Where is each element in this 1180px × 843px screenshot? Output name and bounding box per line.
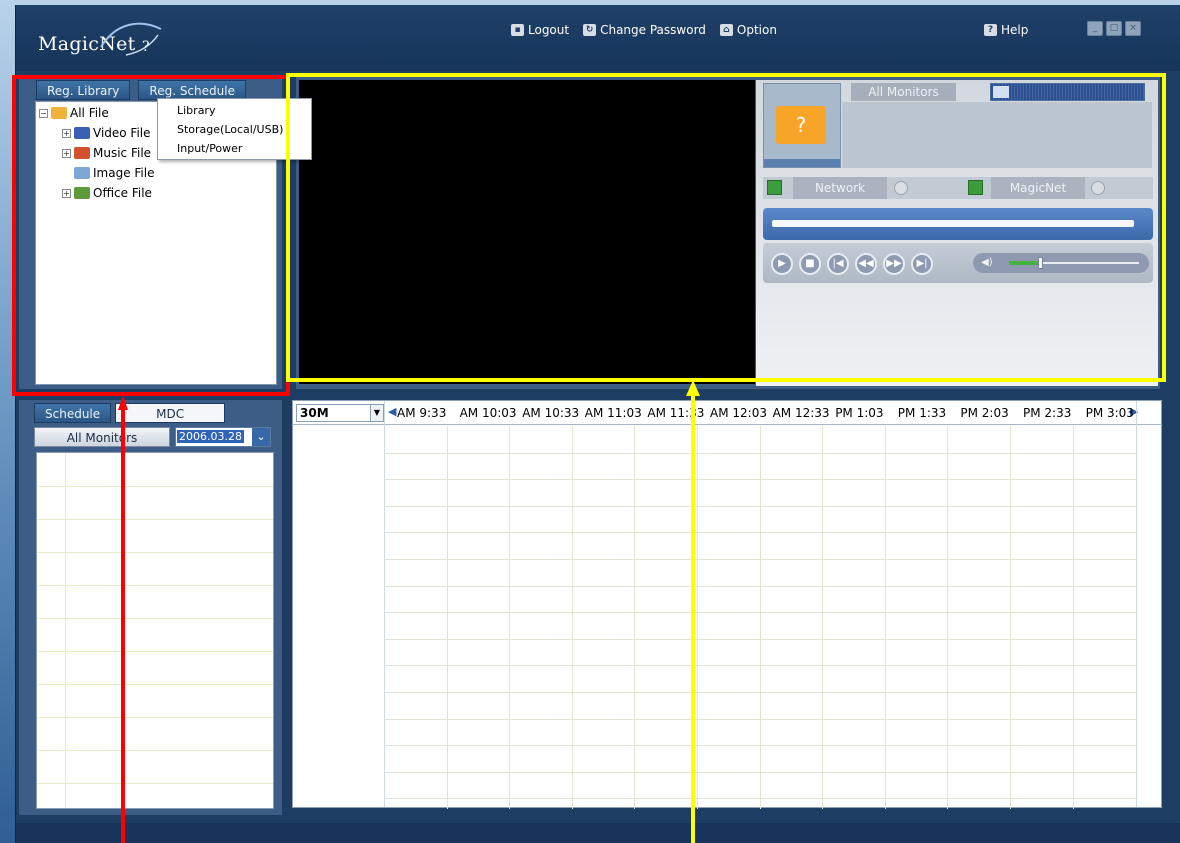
timeline-time-label: PM 2:03 — [960, 406, 1009, 420]
logout-icon: ▪ — [511, 24, 524, 36]
timeline-header: 30M ▼ ◀ ▶ AM 9:33 AM 10:03 AM 10:33 AM 11:0… — [293, 401, 1161, 425]
schedule-list — [36, 452, 274, 809]
timeline-time-label: AM 12:03 — [710, 406, 767, 420]
timeline-time-label: PM 3:03 — [1085, 406, 1134, 420]
tab-schedule[interactable]: Schedule — [34, 403, 112, 423]
preview-highlight-box — [286, 73, 1166, 382]
date-picker[interactable]: 2006.03.28 ⌄ — [175, 427, 271, 447]
zoom-value: 30M — [300, 406, 329, 420]
svg-text:?: ? — [142, 39, 150, 55]
change-password-button[interactable]: ↻ Change Password — [583, 23, 706, 37]
date-value: 2006.03.28 — [177, 430, 244, 443]
help-button[interactable]: ? Help — [984, 23, 1028, 37]
logo-swoosh-icon: ? — [100, 22, 162, 56]
maximize-icon[interactable]: □ — [1106, 21, 1122, 36]
change-password-icon: ↻ — [583, 24, 597, 36]
change-password-label: Change Password — [600, 23, 706, 37]
schedule-controls: All Monitors 2006.03.28 ⌄ — [34, 427, 271, 447]
timeline-time-label: PM 1:33 — [897, 406, 947, 420]
top-menu: ▪ Logout ↻ Change Password ⌂ Option — [511, 23, 777, 37]
scroll-left-icon[interactable]: ◀ — [388, 405, 396, 418]
schedule-tabs: Schedule MDC — [34, 403, 226, 423]
timeline-time-label: AM 10:03 — [459, 406, 517, 420]
close-icon[interactable]: × — [1125, 21, 1141, 36]
chevron-down-icon[interactable]: ⌄ — [252, 428, 270, 446]
timeline-time-label: PM 1:03 — [835, 406, 884, 420]
option-button[interactable]: ⌂ Option — [719, 23, 777, 37]
schedule-timeline: 30M ▼ ◀ ▶ AM 9:33 AM 10:03 AM 10:33 AM 11:0… — [292, 400, 1162, 809]
zoom-select[interactable]: 30M ▼ — [296, 404, 384, 422]
dropdown-arrow-icon[interactable]: ▼ — [370, 405, 383, 421]
logout-label: Logout — [528, 23, 570, 37]
footer-bar — [16, 823, 1180, 843]
window-controls: _ □ × — [1087, 21, 1141, 36]
red-arrow-icon — [118, 396, 128, 843]
logout-button[interactable]: ▪ Logout — [511, 23, 569, 37]
tab-mdc[interactable]: MDC — [115, 403, 226, 423]
yellow-arrow-icon — [686, 380, 700, 843]
help-label: Help — [1001, 23, 1029, 37]
timeline-time-label: AM 10:33 — [522, 406, 580, 420]
header-bar: MagicNet ? ▪ Logout ↻ Change Password ⌂ … — [16, 5, 1180, 71]
schedule-panel: Schedule MDC All Monitors 2006.03.28 ⌄ — [19, 400, 282, 815]
option-icon: ⌂ — [719, 24, 733, 36]
timeline-time-label: AM 11:03 — [584, 406, 642, 420]
timeline-grid[interactable] — [384, 426, 1136, 809]
minimize-icon[interactable]: _ — [1087, 21, 1103, 36]
help-icon: ? — [984, 24, 997, 36]
all-monitors-button[interactable]: All Monitors — [34, 427, 170, 447]
timeline-times: ◀ ▶ AM 9:33 AM 10:03 AM 10:33 AM 11:03 AM 11… — [388, 401, 1138, 425]
library-highlight-box — [12, 75, 290, 396]
timeline-time-label: AM 9:33 — [397, 406, 447, 420]
option-label: Option — [736, 23, 777, 37]
timeline-time-label: PM 2:33 — [1023, 406, 1072, 420]
timeline-time-label: AM 12:33 — [772, 406, 830, 420]
